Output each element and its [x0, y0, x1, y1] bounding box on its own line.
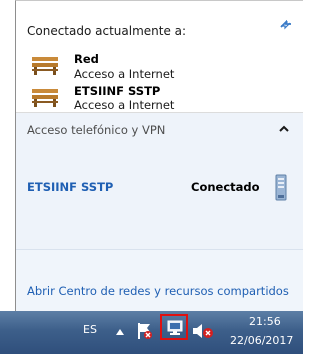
network-status: Acceso a Internet — [74, 67, 175, 81]
network-item-red[interactable]: Red Acceso a Internet — [22, 50, 292, 84]
action-center-flag-icon[interactable] — [136, 322, 154, 340]
open-network-center-link[interactable]: Abrir Centro de redes y recursos compart… — [27, 284, 289, 298]
bench-network-icon — [32, 89, 58, 107]
taskbar: ES 21:56 22/06/2017 — [0, 311, 303, 354]
vpn-section-title: Acceso telefónico y VPN — [27, 123, 166, 137]
network-tray-icon — [167, 320, 183, 335]
vpn-connection-status: Conectado — [191, 180, 260, 194]
vpn-connection-name: ETSIINF SSTP — [27, 180, 114, 194]
connected-networks-panel: Conectado actualmente a: Red Acceso a In… — [16, 1, 303, 112]
network-name: ETSIINF SSTP — [74, 84, 161, 98]
network-name: Red — [74, 52, 99, 66]
network-status: Acceso a Internet — [74, 98, 175, 112]
clock-time[interactable]: 21:56 — [249, 315, 281, 328]
vpn-server-icon — [275, 174, 287, 201]
bench-network-icon — [32, 57, 58, 75]
language-indicator[interactable]: ES — [83, 323, 97, 336]
network-item-etsiinf-sstp[interactable]: ETSIINF SSTP Acceso a Internet — [22, 84, 292, 112]
network-tray-button[interactable] — [160, 314, 188, 340]
chevron-up-icon[interactable] — [279, 125, 289, 133]
volume-muted-icon[interactable] — [192, 322, 214, 340]
show-hidden-icons-icon[interactable] — [116, 329, 124, 335]
vpn-section: Acceso telefónico y VPN ETSIINF SSTP Con… — [16, 113, 303, 249]
screen: Conectado actualmente a: Red Acceso a In… — [0, 0, 303, 354]
connected-header: Conectado actualmente a: — [27, 24, 187, 38]
clock-date[interactable]: 22/06/2017 — [230, 334, 293, 347]
network-flyout: Conectado actualmente a: Red Acceso a In… — [15, 0, 303, 312]
footer: Abrir Centro de redes y recursos compart… — [16, 249, 303, 312]
refresh-icon[interactable] — [278, 18, 294, 32]
